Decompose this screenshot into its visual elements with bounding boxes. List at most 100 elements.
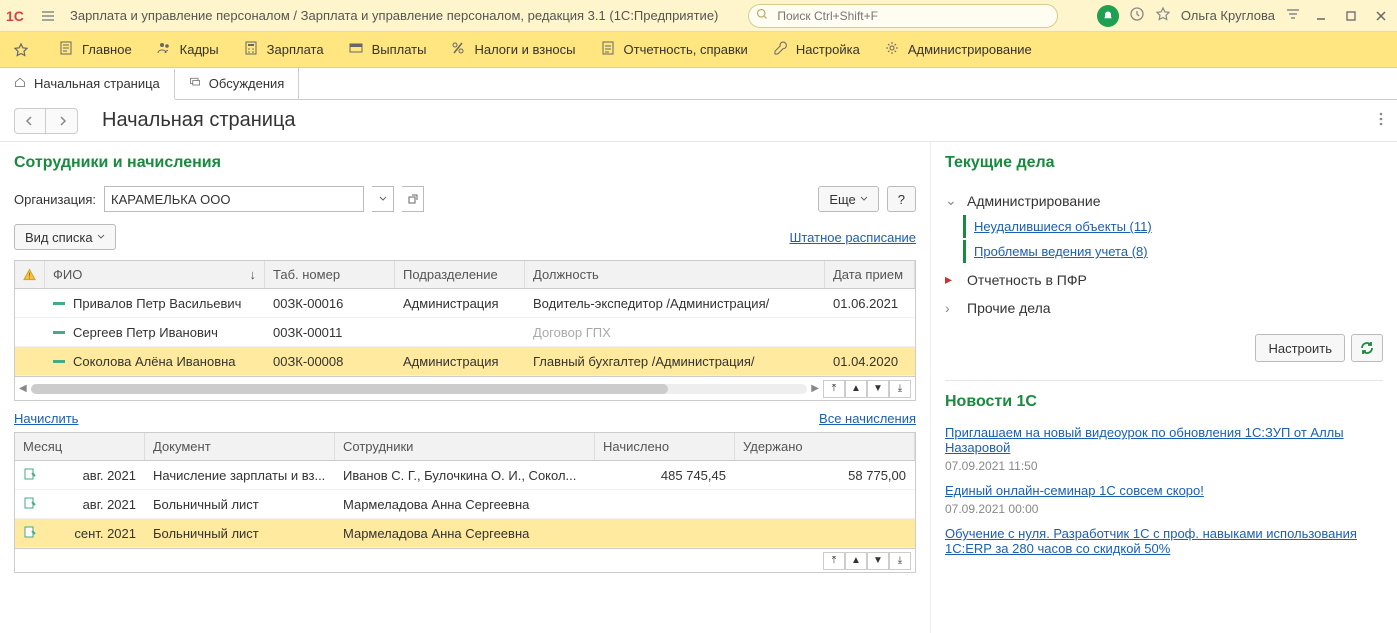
col-accrued[interactable]: Начислено [595,433,735,460]
nav-first-icon[interactable]: ⤒ [823,380,845,398]
report-icon [600,40,616,59]
status-dash-icon [53,302,65,305]
chevron-down-icon: ⌄ [945,192,957,209]
chevron-right-icon: › [945,300,957,316]
filter-icon[interactable] [1285,6,1301,25]
hamburger-icon[interactable] [36,4,60,28]
table-row[interactable]: сент. 2021 Больничный лист Мармеладова А… [15,519,915,548]
scrollbar-thumb[interactable] [31,384,668,394]
col-withheld[interactable]: Удержано [735,433,915,460]
table-row[interactable]: Соколова Алёна Ивановна 00ЗК-00008 Админ… [15,347,915,376]
scrollbar-track[interactable] [31,384,808,394]
status-dash-icon [53,360,65,363]
col-month[interactable]: Месяц [15,433,145,460]
scroll-left-icon[interactable]: ◀ [19,383,27,394]
minimize-button[interactable] [1311,6,1331,26]
more-button[interactable]: Еще [818,186,878,212]
configure-button[interactable]: Настроить [1255,334,1345,362]
wallet-icon [348,40,364,59]
col-date[interactable]: Дата прием [825,261,915,288]
table-row[interactable]: авг. 2021 Начисление зарплаты и вз... Ив… [15,461,915,490]
col-dept[interactable]: Подразделение [395,261,525,288]
nav-forward-button[interactable] [46,108,78,134]
org-dropdown-button[interactable] [372,186,394,212]
view-list-button[interactable]: Вид списка [14,224,116,250]
nav-down-icon[interactable]: ▼ [867,380,889,398]
history-icon[interactable] [1129,6,1145,25]
calculator-icon [243,40,259,59]
nav-up-icon[interactable]: ▲ [845,380,867,398]
tab-home[interactable]: Начальная страница [0,69,175,100]
notifications-icon[interactable] [1097,5,1119,27]
all-accruals-link[interactable]: Все начисления [819,411,916,426]
task-pfr[interactable]: ▸ Отчетность в ПФР [945,265,1383,294]
staffing-link[interactable]: Штатное расписание [789,230,916,245]
accrue-link[interactable]: Начислить [14,411,78,426]
col-emp[interactable]: Сотрудники [335,433,595,460]
task-sub-problems[interactable]: Проблемы ведения учета (8) [963,240,1383,263]
sort-asc-icon: ↓ [250,267,257,282]
nav-last-icon[interactable]: ⤓ [889,552,911,570]
refresh-button[interactable] [1351,334,1383,362]
org-open-button[interactable] [402,186,424,212]
table-row[interactable]: Сергеев Петр Иванович 00ЗК-00011 Договор… [15,318,915,347]
col-tab[interactable]: Таб. номер [265,261,395,288]
employees-section-title: Сотрудники и начисления [14,154,916,172]
help-button[interactable]: ? [887,186,916,212]
menu-vyplaty[interactable]: Выплаты [348,40,427,59]
nav-down-icon[interactable]: ▼ [867,552,889,570]
col-warning[interactable]: ! [15,261,45,288]
news-item[interactable]: Единый онлайн-семинар 1С совсем скоро! [945,483,1383,498]
col-fio[interactable]: ФИО↓ [45,261,265,288]
menu-kadry[interactable]: Кадры [156,40,219,59]
tab-bar: Начальная страница Обсуждения [0,68,1397,100]
user-name[interactable]: Ольга Круглова [1181,8,1275,23]
maximize-button[interactable] [1341,6,1361,26]
doc-icon [23,525,37,542]
favorite-icon[interactable] [1155,6,1171,25]
news-date: 07.09.2021 11:50 [945,459,1383,473]
home-icon [14,76,26,91]
menu-admin[interactable]: Администрирование [884,40,1032,59]
main-menu: Главное Кадры Зарплата Выплаты Налоги и … [0,32,1397,68]
menu-zarplata[interactable]: Зарплата [243,40,324,59]
menu-otchetnost[interactable]: Отчетность, справки [600,40,748,59]
task-admin[interactable]: ⌄ Администрирование [945,186,1383,215]
menu-nastroika[interactable]: Настройка [772,40,860,59]
page-icon [58,40,74,59]
org-combo[interactable]: КАРАМЕЛЬКА ООО [104,186,364,212]
table-row[interactable]: Привалов Петр Васильевич 00ЗК-00016 Адми… [15,289,915,318]
status-dash-icon [53,331,65,334]
accruals-table: Месяц Документ Сотрудники Начислено Удер… [14,432,916,573]
news-item[interactable]: Приглашаем на новый видеоурок по обновле… [945,425,1383,455]
news-date: 07.09.2021 00:00 [945,502,1383,516]
tasks-title: Текущие дела [945,154,1383,172]
page-more-icon[interactable] [1379,111,1383,130]
scroll-right-icon[interactable]: ▶ [811,383,819,394]
task-sub-undeleted[interactable]: Неудалившиеся объекты (11) [963,215,1383,238]
gear-icon [884,40,900,59]
global-search [748,4,1058,28]
svg-text:!: ! [28,270,30,280]
table-row[interactable]: авг. 2021 Больничный лист Мармеладова Ан… [15,490,915,519]
doc-icon [23,496,37,513]
menu-main[interactable]: Главное [58,40,132,59]
col-pos[interactable]: Должность [525,261,825,288]
nav-last-icon[interactable]: ⤓ [889,380,911,398]
close-button[interactable] [1371,6,1391,26]
col-doc[interactable]: Документ [145,433,335,460]
search-input[interactable] [748,4,1058,28]
nav-back-button[interactable] [14,108,46,134]
menu-star-icon[interactable] [8,42,34,58]
tab-discussions[interactable]: Обсуждения [175,68,300,99]
page-title: Начальная страница [102,109,296,132]
nav-up-icon[interactable]: ▲ [845,552,867,570]
app-logo-icon: 1С [6,6,34,26]
task-other[interactable]: › Прочие дела [945,294,1383,322]
nav-first-icon[interactable]: ⤒ [823,552,845,570]
menu-nalogi[interactable]: Налоги и взносы [450,40,575,59]
org-label: Организация: [14,192,96,207]
news-item[interactable]: Обучение с нуля. Разработчик 1С с проф. … [945,526,1383,556]
percent-icon [450,40,466,59]
wrench-icon [772,40,788,59]
